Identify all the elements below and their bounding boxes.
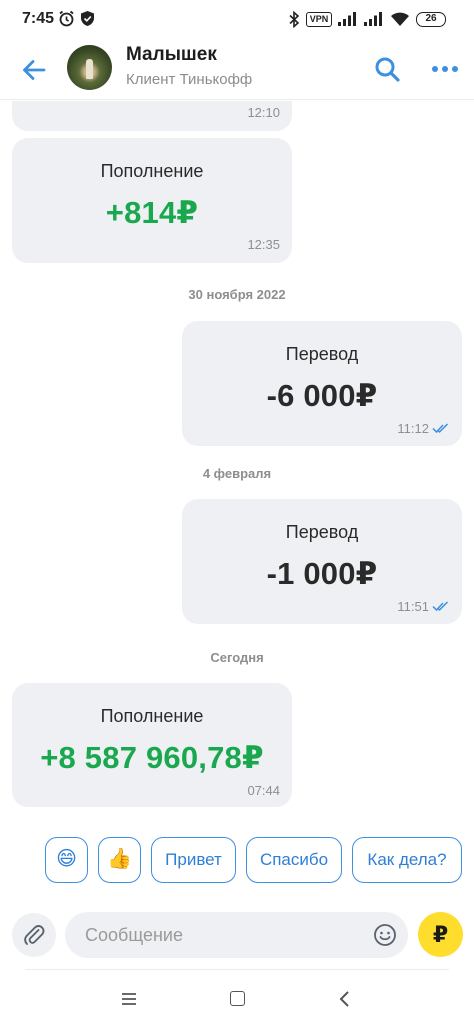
send-money-button[interactable]: ₽ — [418, 912, 463, 957]
bluetooth-icon — [289, 11, 300, 28]
emoji-icon[interactable] — [373, 923, 397, 947]
message-input-container[interactable] — [65, 912, 408, 958]
quick-reply-how-are-you[interactable]: Как дела? — [352, 837, 462, 883]
battery-indicator: 26 — [416, 12, 446, 27]
search-icon[interactable] — [372, 54, 402, 84]
message-bubble-topup[interactable]: Пополнение +8 587 960,78₽ 07:44 — [12, 683, 292, 807]
paperclip-icon — [24, 925, 45, 945]
divider — [25, 969, 449, 970]
message-time: 12:35 — [247, 237, 280, 252]
recent-apps-icon[interactable] — [121, 992, 137, 1006]
message-amount: +8 587 960,78₽ — [40, 740, 264, 775]
shield-icon — [81, 11, 94, 26]
quick-reply-thanks[interactable]: Спасибо — [246, 837, 342, 883]
date-separator: 30 ноября 2022 — [188, 287, 286, 302]
status-time: 7:45 — [22, 10, 55, 27]
quick-reply-laugh[interactable]: 😄 — [45, 837, 88, 883]
quick-reply-hello[interactable]: Привет — [151, 837, 236, 883]
vpn-badge: VPN — [306, 12, 332, 27]
status-bar: 7:45 VPN 26 — [0, 0, 474, 40]
message-bubble-topup[interactable]: Пополнение +814₽ 12:35 — [12, 138, 292, 263]
chat-messages[interactable]: 12:10 Пополнение +814₽ 12:35 30 ноября 2… — [0, 101, 474, 825]
message-amount: +814₽ — [105, 195, 199, 230]
wifi-icon — [391, 12, 409, 26]
avatar[interactable] — [67, 45, 112, 90]
thumbs-up-emoji-icon: 👍 — [107, 848, 132, 870]
message-amount: -1 000₽ — [266, 556, 378, 591]
message-time: 11:12 — [397, 421, 429, 436]
chat-header: Малышек Клиент Тинькофф — [0, 40, 474, 100]
double-check-icon — [432, 423, 449, 434]
avatar-figure — [86, 59, 93, 79]
chat-subtitle: Клиент Тинькофф — [126, 71, 253, 88]
message-input[interactable] — [85, 912, 365, 958]
date-separator: 4 февраля — [202, 466, 272, 481]
message-bubble-transfer[interactable]: Перевод -1 000₽ 11:51 — [182, 499, 462, 624]
system-nav-bar — [0, 975, 474, 1027]
quick-reply-thumbs-up[interactable]: 👍 — [98, 837, 141, 883]
signal-icon — [338, 12, 356, 26]
signal-icon — [364, 12, 382, 26]
back-button[interactable] — [18, 54, 50, 86]
message-title: Пополнение — [100, 161, 204, 181]
message-amount: -6 000₽ — [266, 378, 378, 413]
message-title: Перевод — [285, 522, 359, 542]
alarm-icon — [59, 10, 74, 27]
message-title: Пополнение — [100, 706, 204, 726]
home-icon[interactable] — [230, 991, 245, 1006]
message-bubble-partial[interactable]: 12:10 — [12, 101, 292, 131]
message-time: 07:44 — [247, 783, 280, 798]
date-separator: Сегодня — [210, 650, 264, 665]
more-horizontal-icon[interactable] — [430, 62, 460, 76]
chat-name[interactable]: Малышек — [126, 44, 217, 66]
laughing-emoji-icon: 😄 — [56, 848, 77, 870]
attach-button[interactable] — [12, 913, 56, 957]
message-time: 11:51 — [397, 599, 429, 614]
double-check-icon — [432, 601, 449, 612]
message-title: Перевод — [285, 344, 359, 364]
nav-back-icon[interactable] — [338, 989, 352, 1009]
message-bubble-transfer[interactable]: Перевод -6 000₽ 11:12 — [182, 321, 462, 446]
message-time: 12:10 — [247, 105, 280, 120]
